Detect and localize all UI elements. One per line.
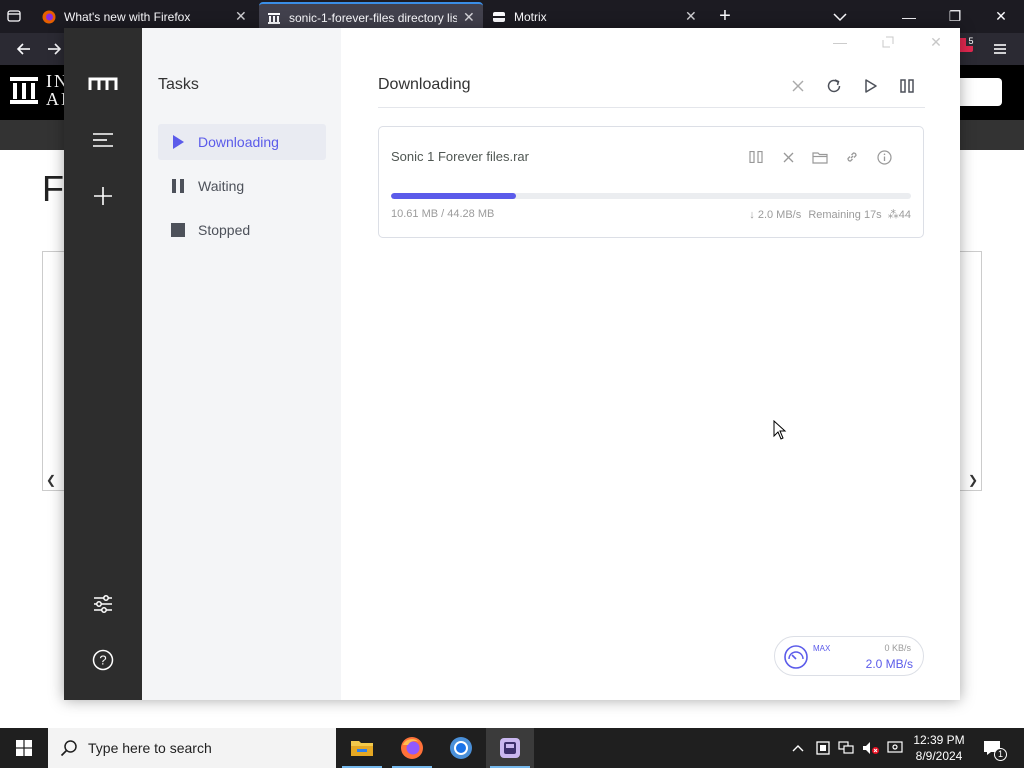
connections-icon: ⁂ — [887, 209, 899, 221]
taskbar-motrix[interactable] — [486, 728, 534, 768]
task-progress-fill — [391, 193, 516, 199]
stop-icon — [171, 223, 185, 237]
close-tab-icon[interactable]: ✕ — [685, 8, 697, 25]
preferences-icon[interactable] — [88, 589, 118, 619]
taskbar-firefox[interactable] — [388, 728, 436, 768]
motrix-logo-icon — [88, 69, 118, 99]
forward-button[interactable] — [44, 33, 64, 65]
notification-count: 1 — [994, 748, 1008, 761]
nav-item-label: Downloading — [198, 134, 279, 150]
tray-app-icon[interactable] — [814, 728, 832, 768]
nav-item-downloading[interactable]: Downloading — [158, 124, 326, 160]
download-speed: 2.0 MB/s — [865, 657, 913, 671]
back-button[interactable] — [8, 33, 40, 65]
taskbar-search-box[interactable]: Type here to search — [48, 728, 336, 768]
tab-motrix[interactable]: Motrix ✕ — [484, 2, 706, 31]
tab-archive-listing[interactable]: sonic-1-forever-files directory listing … — [259, 2, 483, 31]
close-tab-icon[interactable]: ✕ — [235, 8, 247, 25]
list-all-tabs-button[interactable] — [830, 8, 850, 26]
add-task-icon[interactable] — [88, 181, 118, 211]
volume-muted-icon[interactable] — [860, 728, 882, 768]
speed-mode: MAX — [813, 644, 831, 653]
motrix-sidebar: ? — [64, 28, 142, 700]
nav-item-waiting[interactable]: Waiting — [158, 168, 326, 204]
archive-logo-icon[interactable] — [10, 75, 38, 105]
nav-item-label: Stopped — [198, 222, 251, 238]
search-icon — [60, 740, 77, 757]
resume-all-icon[interactable] — [859, 74, 883, 98]
speedometer[interactable]: MAX 0 KB/s 2.0 MB/s — [774, 636, 924, 676]
delete-all-icon[interactable] — [786, 74, 810, 98]
archive-page-title: F — [42, 168, 64, 209]
task-progress-bar — [391, 193, 911, 199]
extension-badge-count: 5 — [966, 36, 976, 46]
folder-icon[interactable] — [809, 147, 831, 167]
notifications-button[interactable]: 1 — [978, 728, 1008, 768]
task-stats: ↓ 2.0 MB/s Remaining 17s ⁂44 — [749, 208, 911, 221]
help-icon[interactable]: ? — [88, 645, 118, 675]
scroll-left-icon[interactable]: ❮ — [46, 473, 56, 487]
tab-title: What's new with Firefox — [64, 9, 191, 24]
svg-text:?: ? — [99, 653, 106, 668]
clock-date: 8/9/2024 — [915, 749, 963, 763]
scroll-right-icon[interactable]: ❯ — [968, 473, 978, 487]
windows-logo-icon — [16, 740, 32, 756]
motrix-tab-icon — [493, 11, 505, 22]
task-name: Sonic 1 Forever files.rar — [391, 149, 529, 164]
task-size: 10.61 MB / 44.28 MB — [391, 208, 495, 220]
header-divider — [378, 107, 925, 108]
pause-task-icon[interactable] — [745, 147, 767, 167]
play-icon — [171, 135, 185, 149]
motrix-window: ? Tasks Downloading Waiting Stopped — ✕ … — [64, 28, 960, 700]
tab-firefox-whats-new[interactable]: What's new with Firefox ✕ — [34, 2, 256, 31]
subnav-title: Tasks — [158, 76, 199, 93]
folder-icon — [351, 741, 373, 756]
info-icon[interactable] — [873, 147, 895, 167]
network-icon[interactable] — [836, 728, 856, 768]
app-menu-button[interactable] — [984, 33, 1016, 65]
motrix-close-button[interactable]: ✕ — [922, 32, 950, 52]
mouse-cursor-icon — [773, 420, 787, 440]
task-list-menu-icon[interactable] — [88, 125, 118, 155]
motrix-maximize-button[interactable] — [874, 32, 902, 52]
task-subnav: Tasks Downloading Waiting Stopped — [142, 28, 341, 700]
clock-time: 12:39 PM — [913, 733, 965, 747]
copy-link-icon[interactable] — [841, 147, 863, 167]
nav-item-label: Waiting — [198, 178, 245, 194]
start-button[interactable] — [0, 728, 48, 768]
remove-task-icon[interactable] — [777, 147, 799, 167]
nav-item-stopped[interactable]: Stopped — [158, 212, 326, 248]
chrome-icon — [450, 737, 472, 759]
tray-overflow-icon[interactable] — [788, 728, 808, 768]
task-speed: ↓ 2.0 MB/s — [749, 209, 802, 221]
firefox-icon — [401, 737, 423, 759]
task-item[interactable]: Sonic 1 Forever files.rar 10.61 MB / 44.… — [378, 126, 924, 238]
upload-speed: 0 KB/s — [884, 643, 911, 653]
motrix-app-icon — [500, 738, 520, 758]
search-placeholder: Type here to search — [88, 740, 212, 756]
pause-icon — [171, 179, 185, 193]
task-main-panel: — ✕ Downloading Sonic 1 Forever files.ra… — [341, 28, 960, 700]
tab-list-icon[interactable] — [6, 8, 22, 24]
motrix-minimize-button[interactable]: — — [826, 32, 854, 52]
system-clock[interactable]: 12:39 PM 8/9/2024 — [908, 732, 970, 764]
refresh-icon[interactable] — [822, 74, 846, 98]
task-remaining: Remaining 17s — [808, 209, 882, 221]
speedometer-icon — [784, 645, 808, 669]
close-window-button[interactable]: ✕ — [978, 0, 1024, 33]
task-connections: 44 — [898, 209, 911, 221]
windows-taskbar: Type here to search 12:39 PM 8/9/2024 1 — [0, 728, 1024, 768]
new-tab-button[interactable]: + — [714, 6, 736, 28]
display-icon[interactable] — [884, 728, 906, 768]
firefox-icon — [42, 10, 56, 23]
main-title: Downloading — [378, 76, 471, 93]
taskbar-file-explorer[interactable] — [338, 728, 386, 768]
pause-all-icon[interactable] — [895, 74, 919, 98]
taskbar-chrome[interactable] — [437, 728, 485, 768]
close-tab-icon[interactable]: ✕ — [463, 9, 475, 26]
archive-icon — [268, 12, 280, 24]
tab-title: sonic-1-forever-files directory listing — [289, 10, 457, 25]
tab-title: Motrix — [514, 9, 547, 24]
